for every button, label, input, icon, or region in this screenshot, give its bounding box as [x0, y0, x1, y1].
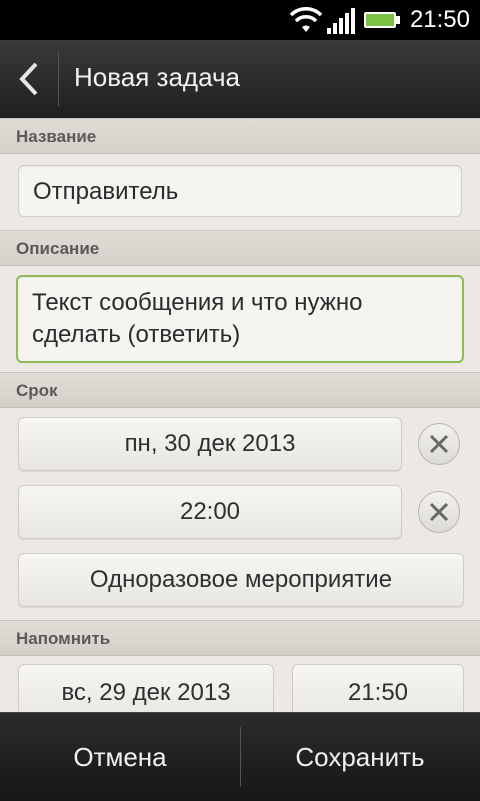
section-label-remind: Напомнить [16, 629, 111, 648]
section-header-name: Название [0, 118, 480, 154]
clear-due-date-button[interactable] [418, 423, 460, 465]
cancel-label: Отмена [73, 742, 167, 772]
due-date-button[interactable]: пн, 30 дек 2013 [18, 417, 402, 471]
section-label-description: Описание [16, 239, 100, 258]
repeat-label: Одноразовое мероприятие [89, 566, 393, 593]
status-bar: 21:50 [0, 0, 480, 40]
cancel-button[interactable]: Отмена [0, 713, 240, 801]
battery-icon [364, 12, 400, 28]
name-field-value: Отправитель [33, 178, 179, 205]
description-field[interactable]: Текст сообщения и что нужно сделать (отв… [16, 275, 464, 363]
section-label-name: Название [16, 127, 97, 146]
section-header-description: Описание [0, 230, 480, 266]
due-date-label: пн, 30 дек 2013 [124, 430, 296, 457]
title-bar: Новая задача [0, 40, 480, 119]
save-label: Сохранить [295, 742, 425, 772]
title-divider [58, 52, 59, 106]
back-arrow-icon [19, 62, 38, 96]
due-time-label: 22:00 [179, 498, 241, 525]
name-field[interactable]: Отправитель [18, 165, 462, 217]
save-button[interactable]: Сохранить [240, 713, 480, 801]
section-label-due: Срок [16, 381, 58, 400]
due-time-button[interactable]: 22:00 [18, 485, 402, 539]
back-button[interactable] [0, 40, 58, 118]
page-title: Новая задача [74, 62, 240, 92]
section-header-due: Срок [0, 372, 480, 408]
clear-due-time-button[interactable] [418, 491, 460, 533]
clear-icon [429, 502, 449, 522]
description-field-value: Текст сообщения и что нужно сделать (отв… [32, 289, 363, 348]
clear-icon [429, 434, 449, 454]
section-header-remind: Напомнить [0, 620, 480, 656]
wifi-icon [289, 7, 323, 32]
bottom-action-bar: Отмена Сохранить [0, 712, 480, 801]
signal-icon [327, 8, 355, 34]
repeat-button[interactable]: Одноразовое мероприятие [18, 553, 464, 607]
status-time: 21:50 [409, 6, 470, 33]
